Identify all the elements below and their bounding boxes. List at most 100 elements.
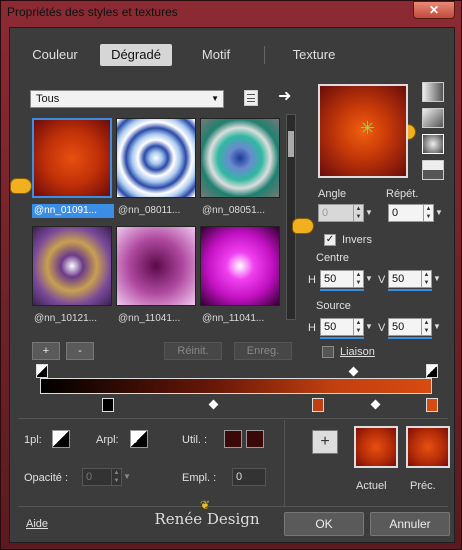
add-gradient-button[interactable]: + [32,342,60,360]
rectangular-gradient-type-button[interactable] [422,108,444,128]
repeat-value: 0 [392,207,399,219]
linear-gradient-type-button[interactable] [422,82,444,102]
color-stop-handle[interactable] [102,398,114,412]
background-plane-swatch[interactable] [130,430,148,448]
sunburst-gradient-type-button[interactable] [422,160,444,180]
color-midpoint-handle[interactable] [370,399,381,410]
center-crosshair-icon[interactable]: ✳ [360,118,375,139]
save-preset-button[interactable]: Enreg. [234,342,292,360]
center-h-input[interactable]: 50 ▲ ▼ [320,270,364,288]
angle-input[interactable]: 0 ▲ ▼ [318,204,364,222]
chevron-down-icon[interactable]: ▼ [364,318,374,336]
ok-button[interactable]: OK [284,512,364,536]
link-checkbox[interactable] [322,346,334,358]
window-title: Propriétés des styles et textures [7,5,178,19]
tab-texture[interactable]: Texture [278,44,350,66]
chevron-down-icon[interactable]: ▼ [432,270,442,288]
center-v-input[interactable]: 50 ▲ ▼ [388,270,432,288]
center-v-label: V [378,274,386,286]
cancel-button[interactable]: Annuler [370,512,450,536]
chevron-down-icon[interactable]: ▼ [432,318,442,336]
spinner-arrows-icon[interactable]: ▲ ▼ [353,271,363,287]
title-bar[interactable]: Propriétés des styles et textures ✕ [1,1,461,23]
used-color-swatch[interactable] [246,430,264,448]
angle-label: Angle [318,188,347,200]
divider [284,420,285,506]
link-label: Liaison [340,346,375,358]
gradient-swatch-label: @nn_11041... [118,313,181,324]
pointer-hand-icon [10,178,32,194]
source-h-value: 50 [324,321,337,333]
close-button[interactable]: ✕ [413,1,455,19]
invert-checkbox[interactable]: ✓ [324,234,336,246]
background-plane-label: Arpl: [96,434,119,446]
gradient-swatch-5[interactable] [116,226,196,306]
tab-degrade[interactable]: Dégradé [100,44,172,66]
source-v-input[interactable]: 50 ▲ ▼ [388,318,432,336]
center-h-label: H [308,274,316,286]
angle-value: 0 [322,207,329,219]
chevron-down-icon[interactable]: ▼ [122,468,132,486]
opacity-stop-handle[interactable] [426,364,438,378]
gradient-bar[interactable] [40,378,432,394]
gradient-swatch-label: @nn_10121... [34,313,97,324]
center-h-value: 50 [324,273,337,285]
tab-separator [264,46,265,64]
source-h-label: H [308,322,316,334]
source-v-slider[interactable] [388,337,432,339]
source-h-slider[interactable] [320,337,364,339]
center-v-slider[interactable] [388,289,432,291]
file-icon[interactable] [244,90,258,106]
source-label: Source [316,300,351,312]
chevron-down-icon[interactable]: ▼ [364,270,374,288]
used-color-swatch[interactable] [224,430,242,448]
color-stop-handle[interactable] [312,398,324,412]
chevron-down-icon[interactable]: ▼ [364,204,374,222]
current-style-swatch[interactable] [354,426,398,468]
previous-style-swatch[interactable] [406,426,450,468]
center-h-slider[interactable] [320,289,364,291]
gradient-swatch-1[interactable] [32,118,112,198]
gradient-swatch-4[interactable] [32,226,112,306]
remove-gradient-button[interactable]: - [66,342,94,360]
reset-button[interactable]: Réinit. [164,342,222,360]
scrollbar-thumb[interactable] [288,131,294,157]
spinner-arrows-icon[interactable]: ▲ ▼ [421,319,431,335]
gradient-swatch-2[interactable] [116,118,196,198]
divider [18,418,448,419]
tab-motif[interactable]: Motif [186,44,246,66]
help-link[interactable]: Aide [26,518,48,530]
gradient-swatch-3[interactable] [200,118,280,198]
radial-gradient-type-button[interactable] [422,134,444,154]
add-color-button[interactable]: + [312,430,338,454]
spinner-arrows-icon[interactable]: ▲ ▼ [111,469,121,485]
gradient-swatch-6[interactable] [200,226,280,306]
swatch-scrollbar[interactable] [286,114,296,320]
source-h-input[interactable]: 50 ▲ ▼ [320,318,364,336]
spinner-arrows-icon[interactable]: ▲ ▼ [353,319,363,335]
opacity-stop-handle[interactable] [36,364,48,378]
first-plane-swatch[interactable] [52,430,70,448]
used-colors-label: Util. : [182,434,208,446]
preset-category-select[interactable]: Tous ▼ [30,90,224,108]
tab-couleur[interactable]: Couleur [24,44,86,66]
spinner-arrows-icon[interactable]: ▲ ▼ [423,205,433,221]
source-v-value: 50 [392,321,405,333]
chevron-down-icon[interactable]: ▼ [434,204,444,222]
gradient-swatch-label: @nn_08011... [118,205,181,216]
gradient-swatch-label: @nn_01091... [32,204,114,218]
opacity-input[interactable]: 0 ▲ ▼ [82,468,122,486]
gradient-swatch-label: @nn_08051... [202,205,265,216]
spinner-arrows-icon[interactable]: ▲ ▼ [421,271,431,287]
color-midpoint-handle[interactable] [208,399,219,410]
arrow-right-icon[interactable]: ➜ [278,86,291,106]
color-stop-handle[interactable] [426,398,438,412]
spinner-arrows-icon[interactable]: ▲ ▼ [353,205,363,221]
repeat-label: Répét. [386,188,419,200]
gradient-swatch-label: @nn_11041... [202,313,265,324]
location-input[interactable]: 0 [232,468,266,486]
repeat-input[interactable]: 0 ▲ ▼ [388,204,434,222]
gradient-preview[interactable]: ✳ [318,84,408,178]
opacity-midpoint-handle[interactable] [348,366,359,377]
previous-label: Préc. [410,480,436,492]
